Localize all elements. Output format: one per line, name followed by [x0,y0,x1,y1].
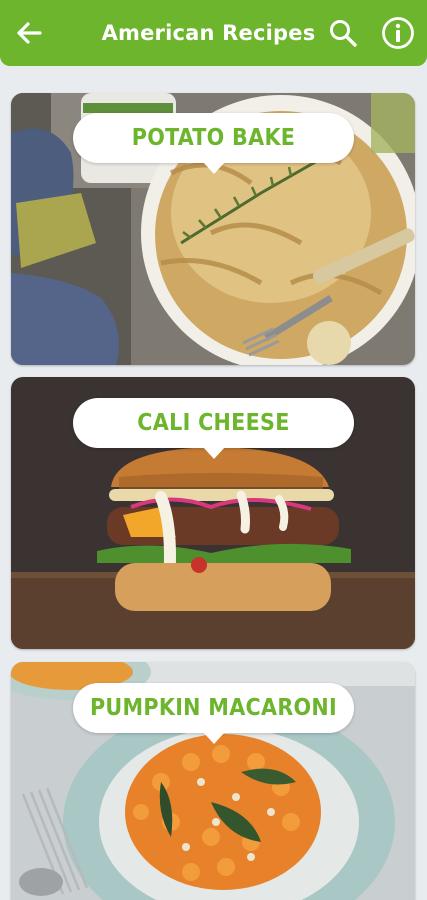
app-bar: American Recipes [0,0,427,66]
info-icon[interactable] [381,16,415,50]
recipe-title-potato-bake[interactable]: POTATO BAKE [73,113,354,174]
search-icon[interactable] [328,18,358,48]
recipe-title-cali-cheese[interactable]: CALI CHEESE [73,398,354,459]
recipe-card-cali-cheese[interactable]: CALI CHEESE [11,377,415,649]
recipe-card-pumpkin-macaroni[interactable]: PUMPKIN MACARONI [11,662,415,900]
recipe-title-pumpkin-macaroni[interactable]: PUMPKIN MACARONI [73,683,354,744]
page-title: American Recipes [101,21,316,45]
recipe-card-potato-bake[interactable]: POTATO BAKE [11,93,415,365]
